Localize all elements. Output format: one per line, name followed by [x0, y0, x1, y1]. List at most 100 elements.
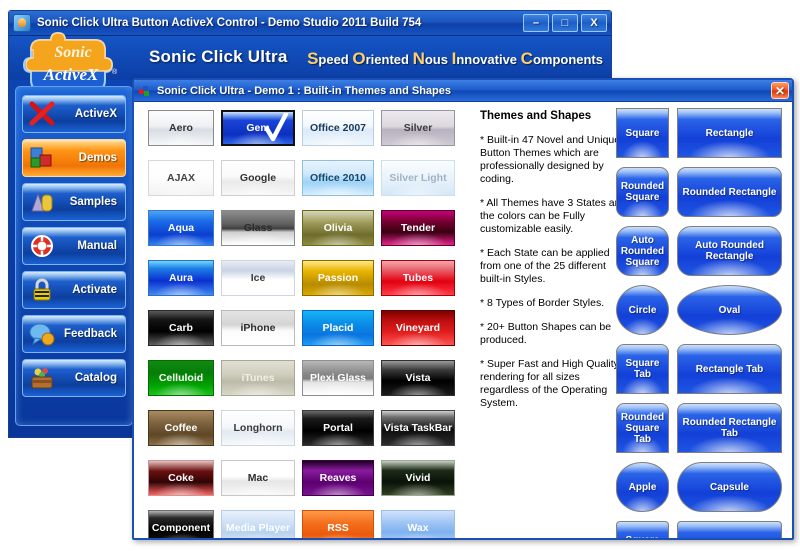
theme-button-ajax[interactable]: AJAX	[148, 160, 214, 196]
theme-button-media-player[interactable]: Media Player	[221, 510, 295, 538]
sidebar-item-manual[interactable]: Manual	[22, 227, 126, 265]
theme-button-portal[interactable]: Portal	[302, 410, 374, 446]
theme-button-label: Portal	[323, 422, 353, 434]
checkmark-icon	[265, 113, 289, 142]
theme-button-label: Vista TaskBar	[383, 422, 453, 434]
theme-button-office-2007[interactable]: Office 2007	[302, 110, 374, 146]
theme-button-label: Glass	[243, 222, 273, 234]
shape-button-label: Circle	[628, 304, 657, 316]
shape-button-rounded-rectangle-tab[interactable]: Rounded Rectangle Tab	[677, 403, 782, 453]
theme-button-itunes[interactable]: iTunes	[221, 360, 295, 396]
theme-button-component[interactable]: Component	[148, 510, 214, 538]
theme-button-silver[interactable]: Silver	[381, 110, 455, 146]
theme-button-label: Vivid	[405, 472, 431, 484]
shape-button-square-tab[interactable]: Square Tab	[616, 344, 669, 394]
theme-row: Coffee Longhorn Portal Vista TaskBar	[148, 410, 466, 446]
shape-button-square-biscuit[interactable]: SquareBiscuit	[616, 521, 669, 538]
sidebar-item-label: ActiveX	[74, 108, 117, 120]
theme-button-longhorn[interactable]: Longhorn	[221, 410, 295, 446]
theme-button-plexi-glass[interactable]: Plexi Glass	[302, 360, 374, 396]
shape-button-label: Rounded Square	[620, 181, 665, 203]
description-paragraph: * Built-in 47 Novel and Unique Button Th…	[480, 134, 621, 185]
theme-button-label: Passion	[317, 272, 359, 284]
theme-button-vista-taskbar[interactable]: Vista TaskBar	[381, 410, 455, 446]
theme-button-placid[interactable]: Placid	[302, 310, 374, 346]
theme-button-aura[interactable]: Aura	[148, 260, 214, 296]
theme-button-label: Reaves	[319, 472, 357, 484]
description-paragraphs: * Built-in 47 Novel and Unique Button Th…	[480, 134, 628, 410]
shape-button-rectangle[interactable]: Rectangle	[677, 108, 782, 158]
screen: Sonic Click Ultra Button ActiveX Control…	[0, 0, 800, 551]
sidebar-item-demos[interactable]: Demos	[22, 139, 126, 177]
theme-button-label: Vineyard	[395, 322, 441, 334]
shape-button-rounded-square-tab[interactable]: Rounded Square Tab	[616, 403, 669, 453]
shape-button-label: Square Tab	[625, 358, 660, 380]
dialog-title-bar: Sonic Click Ultra - Demo 1 : Built-in Th…	[134, 80, 792, 102]
shape-button-label: Rounded Rectangle	[682, 186, 777, 198]
sidebar-item-samples[interactable]: Samples	[22, 183, 126, 221]
description-panel: Themes and Shapes * Built-in 47 Novel an…	[480, 110, 628, 421]
shape-button-square[interactable]: Square	[616, 108, 669, 158]
theme-button-vista[interactable]: Vista	[381, 360, 455, 396]
minimize-button[interactable]: –	[523, 14, 549, 32]
theme-button-label: Media Player	[225, 522, 291, 534]
sidebar-item-catalog[interactable]: Catalog	[22, 359, 126, 397]
sidebar-item-label: Samples	[69, 196, 117, 208]
theme-button-vineyard[interactable]: Vineyard	[381, 310, 455, 346]
theme-button-passion[interactable]: Passion	[302, 260, 374, 296]
theme-button-glass[interactable]: Glass	[221, 210, 295, 246]
theme-button-reaves[interactable]: Reaves	[302, 460, 374, 496]
shape-button-rectangle-biscuit[interactable]: Rectangle Biscuit	[677, 521, 782, 538]
theme-button-coke[interactable]: Coke	[148, 460, 214, 496]
theme-button-silver-light[interactable]: Silver Light	[381, 160, 455, 196]
sonic-small-icon	[139, 85, 149, 96]
theme-button-coffee[interactable]: Coffee	[148, 410, 214, 446]
theme-button-carb[interactable]: Carb	[148, 310, 214, 346]
theme-button-google[interactable]: Google	[221, 160, 295, 196]
sidebar-item-activate[interactable]: Activate	[22, 271, 126, 309]
shape-button-capsule[interactable]: Capsule	[677, 462, 782, 512]
shape-button-rounded-rectangle[interactable]: Rounded Rectangle	[677, 167, 782, 217]
theme-button-mac[interactable]: Mac	[221, 460, 295, 496]
theme-button-olivia[interactable]: Olivia	[302, 210, 374, 246]
theme-button-tender[interactable]: Tender	[381, 210, 455, 246]
theme-button-rss[interactable]: RSS	[302, 510, 374, 538]
theme-button-gem[interactable]: Gem	[221, 110, 295, 146]
toolbox-icon	[29, 365, 55, 391]
theme-button-label: Tubes	[402, 272, 434, 284]
theme-button-label: Aqua	[167, 222, 195, 234]
lifering-icon	[29, 233, 55, 259]
shape-button-apple[interactable]: Apple	[616, 462, 669, 512]
theme-button-label: Coffee	[164, 422, 198, 434]
theme-button-iphone[interactable]: iPhone	[221, 310, 295, 346]
shape-button-auto-rounded-square[interactable]: Auto Rounded Square	[616, 226, 669, 276]
shape-button-circle[interactable]: Circle	[616, 285, 669, 335]
app-header-banner: Sonic ActiveX ® Sonic Click Ultra Speed …	[9, 31, 611, 98]
tagline-word-oriented: Oriented	[352, 49, 409, 68]
theme-button-vivid[interactable]: Vivid	[381, 460, 455, 496]
theme-button-tubes[interactable]: Tubes	[381, 260, 455, 296]
shape-button-rectangle-tab[interactable]: Rectangle Tab	[677, 344, 782, 394]
sidebar-item-feedback[interactable]: Feedback	[22, 315, 126, 353]
shape-row: Auto Rounded Square Auto Rounded Rectangle	[616, 226, 786, 278]
dialog-close-icon[interactable]: ✕	[771, 82, 789, 99]
theme-button-ice[interactable]: Ice	[221, 260, 295, 296]
theme-button-office-2010[interactable]: Office 2010	[302, 160, 374, 196]
shape-button-rounded-square[interactable]: Rounded Square	[616, 167, 669, 217]
close-button[interactable]: X	[581, 14, 607, 32]
shape-button-oval[interactable]: Oval	[677, 285, 782, 335]
theme-button-aqua[interactable]: Aqua	[148, 210, 214, 246]
theme-button-label: Carb	[169, 322, 193, 334]
theme-button-aero[interactable]: Aero	[148, 110, 214, 146]
theme-button-label: Placid	[322, 322, 354, 334]
sidebar-item-activex[interactable]: ActiveX	[22, 95, 126, 133]
shape-button-auto-rounded-rectangle[interactable]: Auto Rounded Rectangle	[677, 226, 782, 276]
shape-button-label: Rectangle Tab	[695, 363, 764, 375]
theme-button-celluloid[interactable]: Celluloid	[148, 360, 214, 396]
theme-button-label: iPhone	[240, 322, 276, 334]
theme-row: Aura Ice Passion Tubes	[148, 260, 466, 296]
theme-button-wax[interactable]: Wax	[381, 510, 455, 538]
description-paragraph: * 20+ Button Shapes can be produced.	[480, 321, 612, 346]
theme-row: Aqua Glass Olivia Tender	[148, 210, 466, 246]
maximize-button[interactable]: □	[552, 14, 578, 32]
